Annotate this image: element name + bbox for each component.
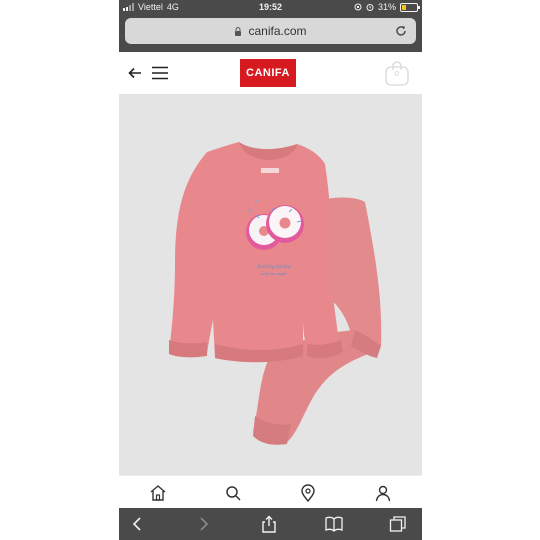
print-text-line1: feeling funky xyxy=(257,264,291,270)
print-text-line2: and so sugar xyxy=(260,271,287,276)
status-bar: Viettel 4G 19:52 31% xyxy=(119,0,422,14)
alarm-icon xyxy=(366,4,374,11)
size-tag xyxy=(261,168,279,173)
cart-count: 0 xyxy=(395,71,399,78)
battery-percent: 31% xyxy=(377,2,396,12)
address-bar[interactable]: canifa.com xyxy=(125,18,416,44)
menu-icon[interactable] xyxy=(151,66,169,80)
safari-toolbar xyxy=(119,508,422,540)
bookmarks-icon[interactable] xyxy=(325,515,343,533)
home-icon[interactable] xyxy=(149,484,167,502)
rotation-lock-icon xyxy=(354,3,362,11)
back-icon[interactable] xyxy=(129,515,147,533)
search-icon[interactable] xyxy=(224,484,242,502)
location-pin-icon[interactable] xyxy=(299,484,317,502)
tabs-icon[interactable] xyxy=(389,515,407,533)
bottom-nav xyxy=(119,475,422,509)
web-page: CANIFA 0 feeling funky and so sugar xyxy=(119,52,422,509)
pajama-set-image xyxy=(169,142,382,445)
phone-screen: Viettel 4G 19:52 31% canifa.com CANIFA 0… xyxy=(119,0,422,540)
battery-icon xyxy=(400,2,420,12)
back-arrow-icon[interactable] xyxy=(127,65,143,81)
user-icon[interactable] xyxy=(374,484,392,502)
product-image[interactable]: feeling funky and so sugar xyxy=(119,94,422,475)
reload-icon[interactable] xyxy=(394,24,408,38)
site-header: CANIFA 0 xyxy=(119,52,422,94)
lock-icon xyxy=(235,26,242,36)
forward-icon[interactable] xyxy=(194,515,212,533)
share-icon[interactable] xyxy=(260,515,278,533)
battery-fill xyxy=(402,4,406,10)
sweatshirt xyxy=(169,142,343,363)
canifa-logo[interactable]: CANIFA xyxy=(240,59,296,87)
cart-button[interactable]: 0 xyxy=(384,61,410,87)
url-text: canifa.com xyxy=(248,24,307,38)
status-right: 31% xyxy=(354,0,420,14)
